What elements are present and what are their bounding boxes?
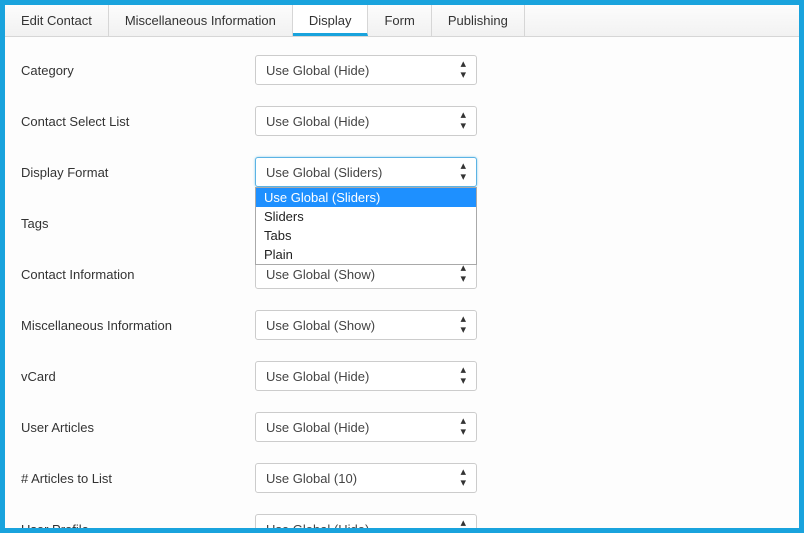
select-value: Use Global (Show) xyxy=(266,267,375,282)
field-display-format: Display Format Use Global (Sliders) ▴▾ U… xyxy=(19,157,785,187)
caret-icon: ▴▾ xyxy=(460,467,466,489)
field-user-articles: User Articles Use Global (Hide) ▴▾ xyxy=(19,412,785,442)
option-plain[interactable]: Plain xyxy=(256,245,476,264)
label-tags: Tags xyxy=(19,216,255,231)
field-vcard: vCard Use Global (Hide) ▴▾ xyxy=(19,361,785,391)
select-value: Use Global (Show) xyxy=(266,318,375,333)
select-wrap-vcard: Use Global (Hide) ▴▾ xyxy=(255,361,477,391)
select-display-format[interactable]: Use Global (Sliders) ▴▾ xyxy=(255,157,477,187)
select-wrap-user-articles: Use Global (Hide) ▴▾ xyxy=(255,412,477,442)
select-wrap-miscellaneous-information: Use Global (Show) ▴▾ xyxy=(255,310,477,340)
field-contact-select-list: Contact Select List Use Global (Hide) ▴▾ xyxy=(19,106,785,136)
select-value: Use Global (Hide) xyxy=(266,369,369,384)
caret-icon: ▴▾ xyxy=(460,518,466,533)
select-wrap-display-format: Use Global (Sliders) ▴▾ Use Global (Slid… xyxy=(255,157,477,187)
select-user-profile[interactable]: Use Global (Hide) ▴▾ xyxy=(255,514,477,533)
caret-icon: ▴▾ xyxy=(460,314,466,336)
option-tabs[interactable]: Tabs xyxy=(256,226,476,245)
option-use-global-sliders[interactable]: Use Global (Sliders) xyxy=(256,188,476,207)
label-user-profile: User Profile xyxy=(19,522,255,533)
field-miscellaneous-information: Miscellaneous Information Use Global (Sh… xyxy=(19,310,785,340)
select-vcard[interactable]: Use Global (Hide) ▴▾ xyxy=(255,361,477,391)
tab-form[interactable]: Form xyxy=(368,5,431,36)
field-articles-to-list: # Articles to List Use Global (10) ▴▾ xyxy=(19,463,785,493)
option-sliders[interactable]: Sliders xyxy=(256,207,476,226)
select-category[interactable]: Use Global (Hide) ▴▾ xyxy=(255,55,477,85)
label-display-format: Display Format xyxy=(19,165,255,180)
label-miscellaneous-information: Miscellaneous Information xyxy=(19,318,255,333)
select-wrap-articles-to-list: Use Global (10) ▴▾ xyxy=(255,463,477,493)
select-value: Use Global (Hide) xyxy=(266,420,369,435)
label-user-articles: User Articles xyxy=(19,420,255,435)
app-frame: Edit Contact Miscellaneous Information D… xyxy=(0,0,804,533)
tab-miscellaneous-information[interactable]: Miscellaneous Information xyxy=(109,5,293,36)
select-wrap-user-profile: Use Global (Hide) ▴▾ xyxy=(255,514,477,533)
label-articles-to-list: # Articles to List xyxy=(19,471,255,486)
select-value: Use Global (Hide) xyxy=(266,522,369,533)
select-value: Use Global (10) xyxy=(266,471,357,486)
select-contact-select-list[interactable]: Use Global (Hide) ▴▾ xyxy=(255,106,477,136)
caret-icon: ▴▾ xyxy=(460,263,466,285)
field-user-profile: User Profile Use Global (Hide) ▴▾ xyxy=(19,514,785,533)
tab-display[interactable]: Display xyxy=(293,5,369,36)
select-articles-to-list[interactable]: Use Global (10) ▴▾ xyxy=(255,463,477,493)
select-value: Use Global (Hide) xyxy=(266,63,369,78)
select-wrap-category: Use Global (Hide) ▴▾ xyxy=(255,55,477,85)
tab-bar: Edit Contact Miscellaneous Information D… xyxy=(5,5,799,37)
select-user-articles[interactable]: Use Global (Hide) ▴▾ xyxy=(255,412,477,442)
tab-publishing[interactable]: Publishing xyxy=(432,5,525,36)
caret-icon: ▴▾ xyxy=(460,110,466,132)
caret-icon: ▴▾ xyxy=(460,161,466,183)
caret-icon: ▴▾ xyxy=(460,59,466,81)
form-area: Category Use Global (Hide) ▴▾ Contact Se… xyxy=(5,37,799,533)
label-vcard: vCard xyxy=(19,369,255,384)
caret-icon: ▴▾ xyxy=(460,416,466,438)
select-value: Use Global (Hide) xyxy=(266,114,369,129)
label-contact-select-list: Contact Select List xyxy=(19,114,255,129)
dropdown-display-format: Use Global (Sliders) Sliders Tabs Plain xyxy=(255,187,477,265)
caret-icon: ▴▾ xyxy=(460,365,466,387)
select-wrap-contact-select-list: Use Global (Hide) ▴▾ xyxy=(255,106,477,136)
label-category: Category xyxy=(19,63,255,78)
tab-edit-contact[interactable]: Edit Contact xyxy=(5,5,109,36)
select-value: Use Global (Sliders) xyxy=(266,165,382,180)
select-miscellaneous-information[interactable]: Use Global (Show) ▴▾ xyxy=(255,310,477,340)
field-category: Category Use Global (Hide) ▴▾ xyxy=(19,55,785,85)
label-contact-information: Contact Information xyxy=(19,267,255,282)
